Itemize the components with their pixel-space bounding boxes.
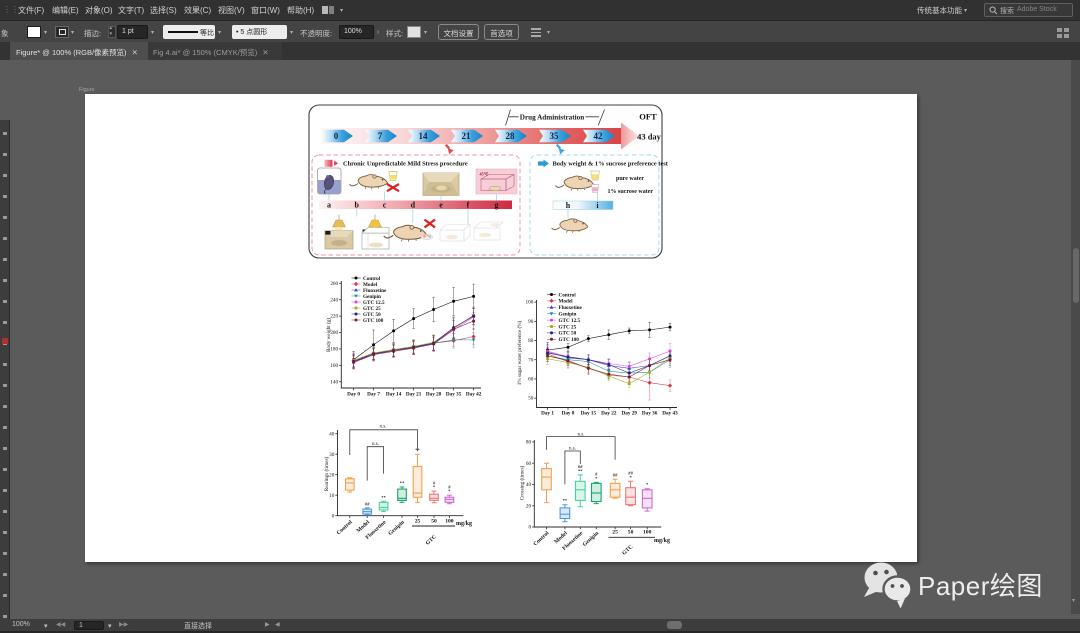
svg-text:21: 21 bbox=[462, 131, 472, 141]
svg-text:Day 43: Day 43 bbox=[662, 411, 678, 417]
svg-text:Model: Model bbox=[559, 299, 574, 305]
svg-text:GTC 25: GTC 25 bbox=[559, 324, 577, 330]
svg-text:mg/kg: mg/kg bbox=[654, 538, 670, 544]
svg-text:GTC 12.5: GTC 12.5 bbox=[559, 318, 581, 324]
svg-text:GTC: GTC bbox=[425, 534, 438, 547]
svg-text:Day 42: Day 42 bbox=[466, 392, 482, 398]
svg-text:7: 7 bbox=[378, 131, 383, 141]
svg-text:Rearings (times): Rearings (times) bbox=[323, 457, 330, 492]
svg-text:*: * bbox=[433, 485, 436, 490]
svg-text:Control: Control bbox=[336, 519, 354, 536]
svg-text:100: 100 bbox=[445, 519, 454, 525]
svg-text:**: ** bbox=[381, 495, 386, 500]
svg-text:50: 50 bbox=[628, 530, 634, 536]
svg-text:h: h bbox=[566, 201, 571, 210]
svg-text:GTC: GTC bbox=[621, 544, 634, 557]
svg-text:Day 15: Day 15 bbox=[581, 411, 597, 417]
svg-text:80: 80 bbox=[528, 338, 534, 344]
svg-text:Body weight (g): Body weight (g) bbox=[325, 318, 332, 352]
svg-text:n.s.: n.s. bbox=[578, 432, 585, 437]
svg-text:**: ** bbox=[400, 481, 405, 486]
svg-text:f: f bbox=[467, 201, 470, 210]
svg-text:90: 90 bbox=[528, 319, 534, 325]
svg-text:140: 140 bbox=[330, 379, 338, 385]
svg-text:260: 260 bbox=[330, 281, 338, 287]
svg-text:Genipin: Genipin bbox=[582, 530, 601, 548]
svg-text:*: * bbox=[646, 482, 649, 487]
svg-text:0: 0 bbox=[529, 525, 532, 531]
svg-text:43 day: 43 day bbox=[637, 131, 662, 141]
svg-text:GTC 100: GTC 100 bbox=[363, 318, 384, 324]
svg-text:g: g bbox=[495, 201, 499, 210]
svg-text:60: 60 bbox=[526, 461, 532, 467]
svg-text:50: 50 bbox=[528, 396, 534, 402]
svg-text:Control: Control bbox=[533, 530, 551, 547]
svg-text:60: 60 bbox=[528, 377, 534, 383]
svg-text:OFT: OFT bbox=[639, 112, 657, 122]
svg-text:**: ** bbox=[578, 468, 583, 473]
svg-text:20: 20 bbox=[526, 503, 532, 509]
svg-text:14: 14 bbox=[419, 131, 429, 141]
svg-text:e: e bbox=[439, 201, 443, 210]
svg-text:28: 28 bbox=[506, 131, 516, 141]
svg-text:n.s.: n.s. bbox=[372, 442, 379, 447]
svg-text:0: 0 bbox=[334, 131, 339, 141]
svg-text:25: 25 bbox=[612, 530, 618, 536]
svg-text:mg/kg: mg/kg bbox=[456, 521, 472, 527]
svg-text:35: 35 bbox=[550, 131, 560, 141]
svg-text:40: 40 bbox=[526, 482, 532, 488]
svg-text:pure water: pure water bbox=[616, 176, 644, 182]
svg-text:Day 22: Day 22 bbox=[601, 411, 617, 417]
svg-text:c: c bbox=[383, 201, 387, 210]
svg-text:100: 100 bbox=[643, 530, 652, 536]
svg-text:40: 40 bbox=[329, 431, 335, 437]
svg-text:Day 35: Day 35 bbox=[446, 392, 462, 398]
svg-text:GTC 100: GTC 100 bbox=[559, 337, 580, 343]
svg-text:*: * bbox=[595, 476, 598, 481]
svg-text:0: 0 bbox=[332, 513, 335, 519]
svg-text:Drug Administration: Drug Administration bbox=[520, 114, 585, 122]
svg-text:10: 10 bbox=[329, 493, 335, 499]
svg-text:Day 28: Day 28 bbox=[426, 392, 442, 398]
svg-text:25: 25 bbox=[415, 519, 421, 525]
svg-text:Day 36: Day 36 bbox=[642, 411, 658, 417]
svg-text:240: 240 bbox=[330, 297, 338, 303]
svg-text:Day 1: Day 1 bbox=[541, 411, 554, 417]
svg-text:d: d bbox=[411, 201, 416, 210]
svg-text:Control: Control bbox=[559, 292, 577, 298]
svg-text:##: ## bbox=[613, 473, 618, 478]
svg-text:Fluoxetine: Fluoxetine bbox=[559, 305, 583, 311]
svg-text:42: 42 bbox=[594, 131, 604, 141]
svg-text:70: 70 bbox=[528, 357, 534, 363]
svg-text:Day 21: Day 21 bbox=[406, 392, 422, 398]
svg-text:Day 8: Day 8 bbox=[562, 411, 575, 417]
svg-text:80: 80 bbox=[526, 440, 532, 446]
svg-text:100: 100 bbox=[526, 300, 534, 306]
svg-text:1% sucrose water: 1% sucrose water bbox=[608, 189, 654, 195]
svg-text:160: 160 bbox=[330, 363, 338, 369]
svg-text:Day 0: Day 0 bbox=[347, 392, 360, 398]
svg-text:1% sugar water preference (%): 1% sugar water preference (%) bbox=[516, 320, 523, 385]
svg-text:a: a bbox=[327, 201, 331, 210]
svg-text:**: ** bbox=[563, 498, 568, 503]
svg-text:n.s.: n.s. bbox=[380, 425, 387, 430]
svg-text:n.s.: n.s. bbox=[569, 447, 576, 452]
svg-text:*: * bbox=[448, 489, 451, 494]
svg-text:GTC 50: GTC 50 bbox=[559, 331, 577, 337]
svg-text:Genipin: Genipin bbox=[387, 519, 406, 537]
svg-text:Day 7: Day 7 bbox=[367, 392, 380, 398]
svg-text:Chronic Unpredictable Mild Str: Chronic Unpredictable Mild Stress proced… bbox=[343, 160, 468, 167]
svg-text:50: 50 bbox=[431, 519, 437, 525]
svg-text:##: ## bbox=[365, 501, 370, 506]
svg-text:Body weight & 1% sucrose prefe: Body weight & 1% sucrose preference test bbox=[553, 160, 669, 167]
svg-text:Day 14: Day 14 bbox=[386, 392, 402, 398]
svg-text:Day 29: Day 29 bbox=[621, 411, 637, 417]
svg-text:Crossing (times): Crossing (times) bbox=[519, 466, 526, 501]
svg-text:b: b bbox=[354, 201, 359, 210]
svg-text:Genipin: Genipin bbox=[559, 312, 577, 318]
